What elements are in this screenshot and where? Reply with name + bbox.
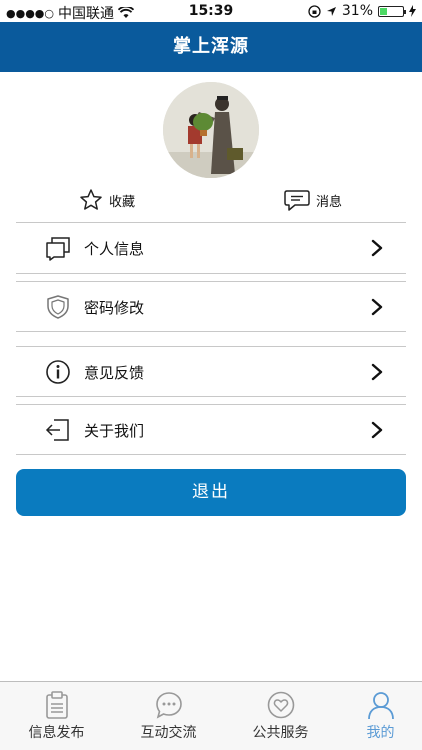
clipboard-icon: [46, 691, 68, 719]
tab-label: 信息发布: [28, 725, 85, 741]
person-icon: [368, 692, 394, 720]
tab-label: 我的: [366, 725, 395, 741]
chevron-right-icon: [371, 298, 383, 316]
messages-label: 消息: [316, 194, 343, 210]
tab-info-publish[interactable]: 信息发布: [4, 682, 109, 750]
profile-icon: [46, 237, 70, 261]
star-icon: [80, 189, 102, 210]
heart-icon: [267, 691, 295, 719]
menu-item-about-us[interactable]: 关于我们: [16, 405, 406, 455]
charging-bolt-icon: [409, 5, 416, 17]
tab-interaction[interactable]: 互动交流: [116, 682, 221, 750]
quick-actions: 收藏 消息: [16, 182, 406, 222]
exit-icon: [45, 419, 69, 441]
page-title: 掌上浑源: [0, 22, 422, 72]
tab-label: 公共服务: [252, 725, 309, 741]
info-icon: [46, 360, 70, 384]
chevron-right-icon: [371, 239, 383, 257]
tab-mine[interactable]: 我的: [328, 682, 422, 750]
menu-item-feedback[interactable]: 意见反馈: [16, 347, 406, 397]
message-bubble-icon: [284, 190, 310, 211]
chat-icon: [156, 692, 182, 719]
status-bar: ●●●●○ 中国联通 15:39 31%: [0, 0, 422, 22]
location-arrow-icon: [326, 6, 336, 16]
battery-icon: [378, 5, 406, 17]
messages-button[interactable]: 消息: [284, 188, 342, 212]
tab-label: 互动交流: [140, 725, 197, 741]
menu-item-change-password[interactable]: 密码修改: [16, 282, 406, 332]
orientation-lock-icon: [308, 4, 321, 18]
menu-item-personal-info[interactable]: 个人信息: [16, 223, 406, 273]
tab-bar: 信息发布 互动交流 公共服务 我的: [0, 681, 422, 750]
avatar-image: [163, 82, 259, 178]
chevron-right-icon: [371, 363, 383, 381]
favorites-button[interactable]: 收藏: [79, 188, 135, 212]
logout-button[interactable]: 退出: [16, 469, 406, 516]
menu-item-label: 个人信息: [84, 239, 145, 258]
menu-item-label: 密码修改: [84, 298, 145, 317]
menu-item-label: 关于我们: [84, 421, 145, 440]
divider: [16, 273, 406, 274]
avatar[interactable]: [163, 82, 259, 178]
favorites-label: 收藏: [109, 194, 136, 210]
shield-icon: [47, 295, 69, 319]
menu-item-label: 意见反馈: [84, 363, 145, 382]
chevron-right-icon: [371, 421, 383, 439]
tab-public-service[interactable]: 公共服务: [228, 682, 333, 750]
battery-percent: 31%: [341, 3, 373, 19]
